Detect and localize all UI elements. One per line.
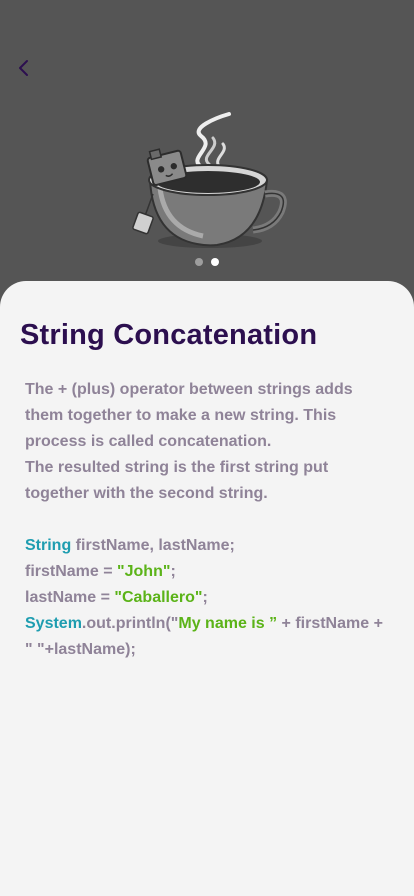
code-line-3: lastName = "Caballero"; <box>25 585 390 611</box>
code-line-1: String firstName, lastName; <box>25 533 390 559</box>
code-keyword: System <box>25 615 82 632</box>
code-text: ; <box>170 563 176 580</box>
code-line-2: firstName = "John"; <box>25 559 390 585</box>
code-line-4: System.out.println("My name is ” + first… <box>25 611 390 663</box>
page-dot-2[interactable] <box>211 258 219 266</box>
lesson-card: String Concatenation The + (plus) operat… <box>0 281 414 896</box>
code-text: firstName = <box>25 563 118 580</box>
lesson-paragraph-1: The + (plus) operator between strings ad… <box>25 381 353 450</box>
page-dot-1[interactable] <box>195 258 203 266</box>
lesson-paragraph-2: The resulted string is the first string … <box>25 459 329 502</box>
code-sample: String firstName, lastName; firstName = … <box>25 533 390 663</box>
code-text: .out.println(" <box>81 615 179 632</box>
lesson-description: The + (plus) operator between strings ad… <box>25 377 385 507</box>
code-keyword: String <box>25 537 72 554</box>
page-indicator <box>0 258 414 266</box>
chevron-left-icon <box>19 60 28 76</box>
code-text: firstName, lastName; <box>71 537 235 554</box>
code-text: lastName = <box>25 589 115 606</box>
back-button[interactable] <box>12 56 36 80</box>
lesson-title: String Concatenation <box>20 319 318 351</box>
code-string: "John" <box>117 563 171 580</box>
code-string: My name is ” <box>178 615 278 632</box>
code-text: ; <box>202 589 208 606</box>
header-area <box>0 0 414 300</box>
coffee-cup-robot-illustration <box>132 112 287 248</box>
code-string: "Caballero" <box>114 589 203 606</box>
